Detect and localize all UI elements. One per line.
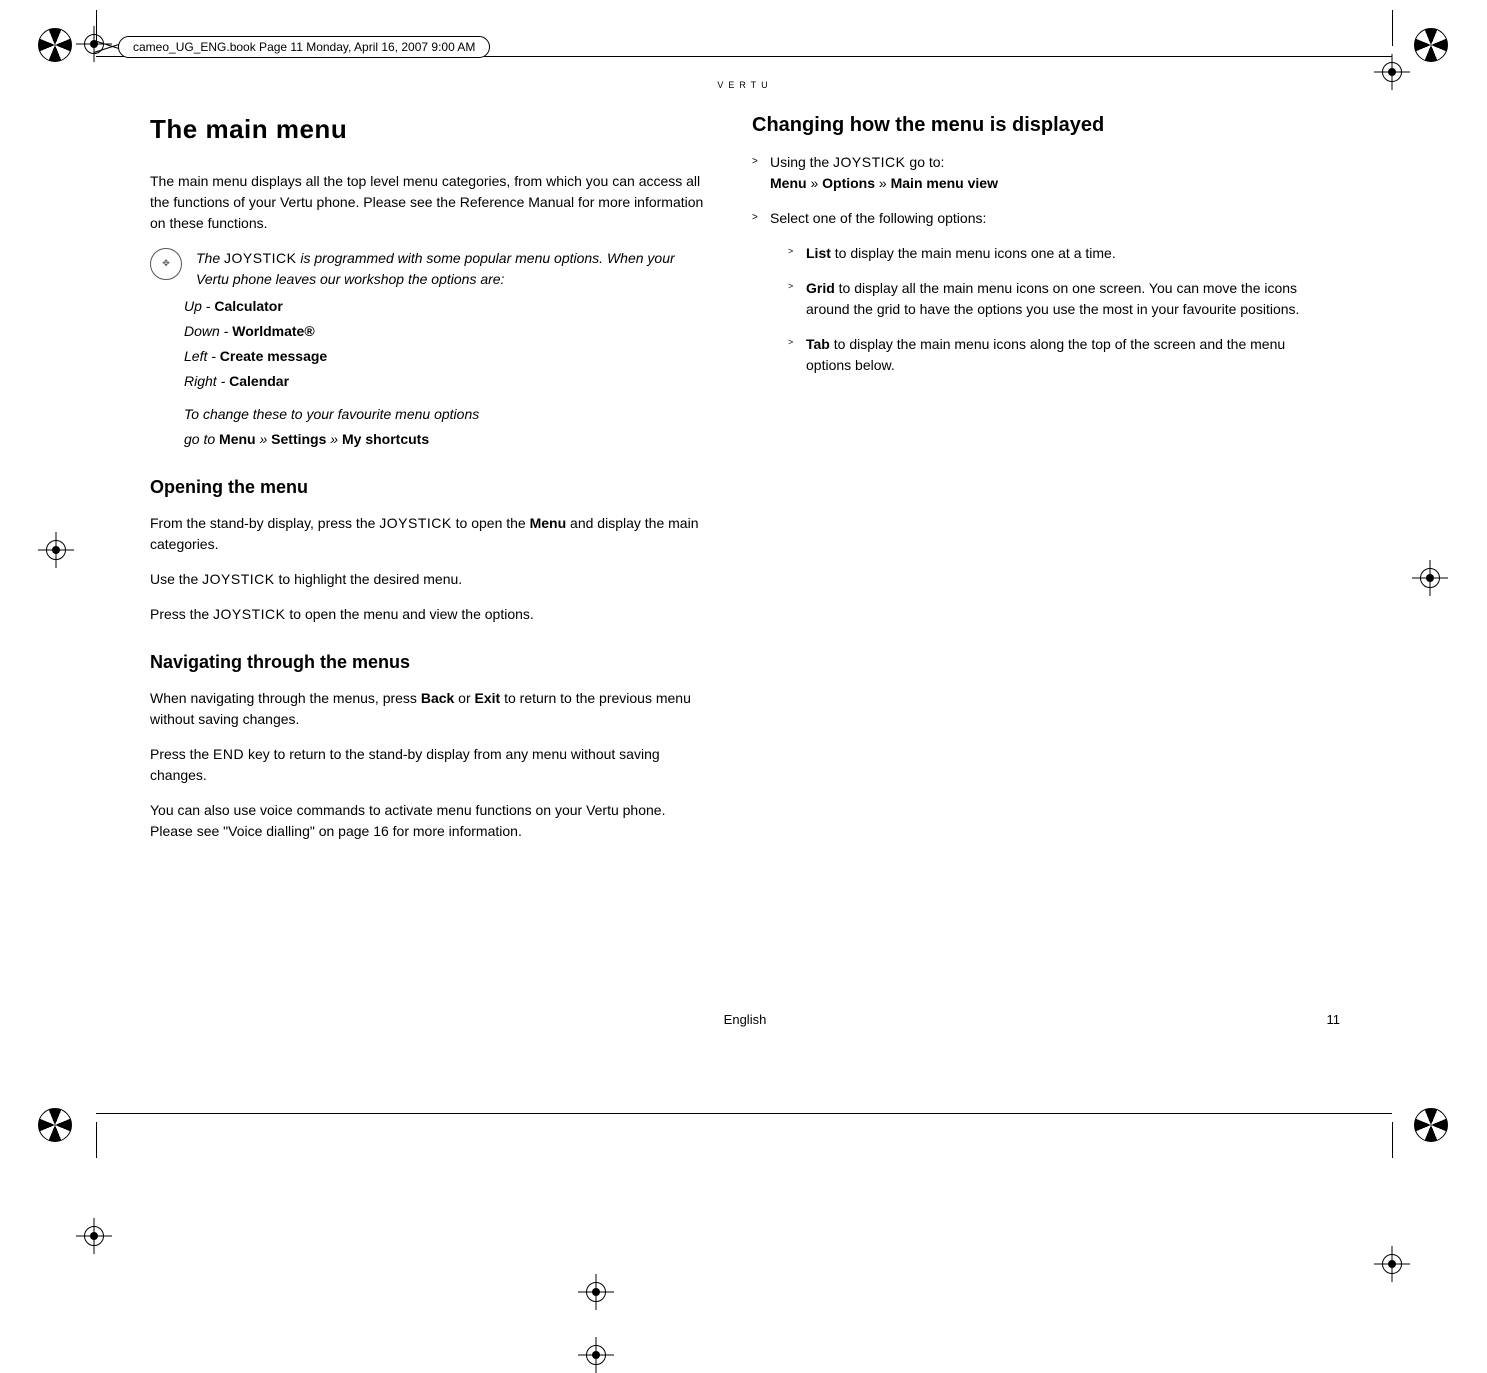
crop-line (96, 1113, 1392, 1114)
heading-opening-menu: Opening the menu (150, 474, 710, 501)
heading-navigating: Navigating through the menus (150, 649, 710, 676)
intro-paragraph: The main menu displays all the top level… (150, 171, 710, 234)
heading-changing-display: Changing how the menu is displayed (752, 110, 1312, 140)
joystick-icon: ✥ (150, 248, 182, 280)
page-title: The main menu (150, 110, 710, 149)
option-list: List to display the main menu icons one … (788, 243, 1312, 264)
option-grid: Grid to display all the main menu icons … (788, 278, 1312, 320)
crop-line (1392, 1122, 1393, 1158)
change-shortcuts-line1: To change these to your favourite menu o… (150, 404, 710, 425)
pinwheel-icon (38, 28, 72, 62)
register-target-icon (42, 536, 70, 564)
left-column: The main menu The main menu displays all… (150, 110, 710, 856)
footer-page-number: 11 (1327, 1012, 1341, 1027)
note-text: The JOYSTICK is programmed with some pop… (196, 248, 710, 290)
right-column: Changing how the menu is displayed Using… (752, 110, 1312, 856)
filetag-tail (94, 40, 120, 54)
register-target-icon (1378, 1250, 1406, 1278)
page-footer: English 11 (150, 1012, 1340, 1027)
page-body: VERTU The main menu The main menu displa… (150, 80, 1340, 1070)
step-select: Select one of the following options: Lis… (752, 208, 1312, 376)
pinwheel-icon (1414, 28, 1448, 62)
register-target-icon (80, 1222, 108, 1250)
pinwheel-icon (1414, 1108, 1448, 1142)
crop-line (1392, 10, 1393, 46)
nav-p3: You can also use voice commands to activ… (150, 800, 710, 842)
open-p1: From the stand-by display, press the JOY… (150, 513, 710, 555)
pinwheel-icon (38, 1108, 72, 1142)
shortcut-up: Up - Calculator (150, 296, 710, 317)
register-target-icon (582, 1278, 610, 1306)
brand-header: VERTU (150, 80, 1340, 90)
register-target-icon (1416, 564, 1444, 592)
option-tab: Tab to display the main menu icons along… (788, 334, 1312, 376)
nav-p2: Press the END key to return to the stand… (150, 744, 710, 786)
nav-p1: When navigating through the menus, press… (150, 688, 710, 730)
register-target-icon (582, 1341, 610, 1369)
shortcut-down: Down - Worldmate® (150, 321, 710, 342)
crop-line (96, 1122, 97, 1158)
shortcut-right: Right - Calendar (150, 371, 710, 392)
open-p3: Press the JOYSTICK to open the menu and … (150, 604, 710, 625)
register-target-icon (1378, 58, 1406, 86)
step-goto: Using the JOYSTICK go to: Menu » Options… (752, 152, 1312, 194)
note-block: ✥ The JOYSTICK is programmed with some p… (150, 248, 710, 290)
file-tag: cameo_UG_ENG.book Page 11 Monday, April … (118, 36, 490, 58)
change-shortcuts-line2: go to Menu » Settings » My shortcuts (150, 429, 710, 450)
footer-language: English (150, 1012, 1340, 1027)
shortcut-left: Left - Create message (150, 346, 710, 367)
open-p2: Use the JOYSTICK to highlight the desire… (150, 569, 710, 590)
